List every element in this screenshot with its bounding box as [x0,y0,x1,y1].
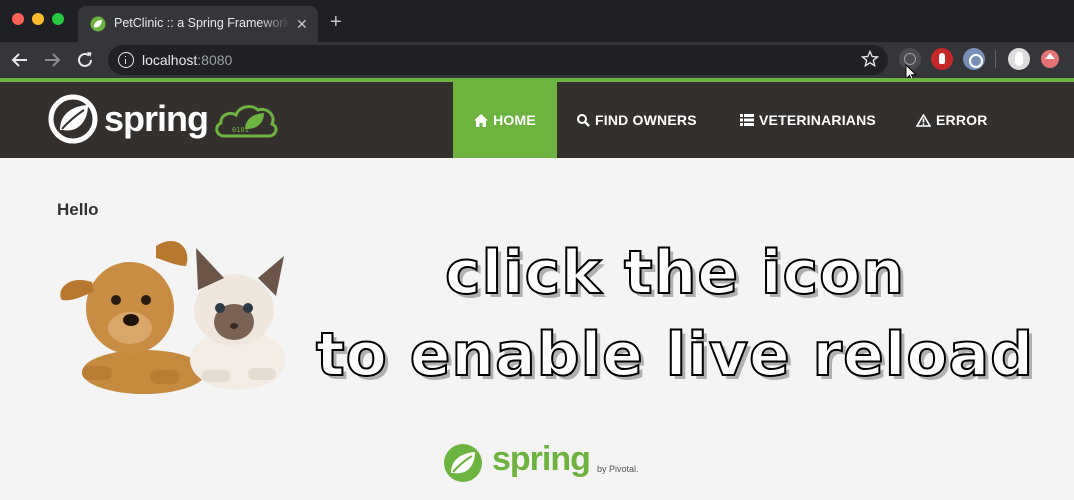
url-text: localhost:8080 [142,52,233,68]
home-icon [474,113,489,127]
window-minimize-button[interactable] [32,13,44,25]
pets-image [60,240,286,394]
adblock-extension-icon[interactable] [931,48,953,70]
footer-byline: by Pivotal. [597,464,639,474]
app-navbar: spring 0101 HOME FIND OWNERS VETERINARIA… [0,82,1074,158]
nav-home[interactable]: HOME [453,82,557,158]
new-tab-button[interactable]: + [330,12,342,32]
nav-veterinarians[interactable]: VETERINARIANS [740,82,876,158]
tab-title: PetClinic :: a Spring Framework demonstr… [114,16,290,30]
brand-wordmark: spring [104,98,209,139]
browser-tab-active[interactable]: PetClinic :: a Spring Framework demonstr… [78,6,318,42]
instruction-line-2: to enable live reload [315,319,1035,391]
spring-leaf-icon [90,16,106,32]
site-info-icon[interactable] [118,52,134,68]
list-icon [740,114,754,126]
warning-icon [916,113,931,127]
extension-circle-icon[interactable] [963,48,985,70]
nav-find-owners-label: FIND OWNERS [595,112,697,128]
welcome-heading: Hello [57,200,99,219]
toolbar-separator [995,50,996,68]
profile-avatar-icon[interactable] [1008,48,1030,70]
window-close-button[interactable] [12,13,24,25]
instruction-line-1: click the icon [444,237,906,309]
reload-icon[interactable] [73,48,97,72]
browser-tabstrip: PetClinic :: a Spring Framework demonstr… [0,0,1074,42]
bookmark-star-icon[interactable] [860,49,880,69]
spring-leaf-icon [48,94,98,144]
nav-veterinarians-label: VETERINARIANS [759,112,876,128]
footer-wordmark: spring [492,440,591,478]
footer-spring-logo: spring by Pivotal. [440,440,650,486]
address-bar[interactable]: localhost:8080 [108,45,888,75]
search-icon [577,113,590,127]
spring-cloud-leaf-icon: 0101 [215,105,278,138]
browser-update-icon[interactable] [1041,50,1059,68]
nav-error[interactable]: ERROR [916,82,988,158]
forward-arrow-icon[interactable] [40,48,64,72]
svg-text:0101: 0101 [232,126,249,134]
nav-error-label: ERROR [936,112,988,128]
window-zoom-button[interactable] [52,13,64,25]
spring-leaf-icon [444,444,482,482]
nav-home-label: HOME [493,112,536,128]
spring-logo[interactable]: spring 0101 [48,92,280,148]
live-reload-instructions: click the icon to enable live reload [310,232,1040,396]
back-arrow-icon[interactable] [8,48,32,72]
nav-find-owners[interactable]: FIND OWNERS [577,82,697,158]
tab-close-icon[interactable]: ✕ [296,15,308,33]
